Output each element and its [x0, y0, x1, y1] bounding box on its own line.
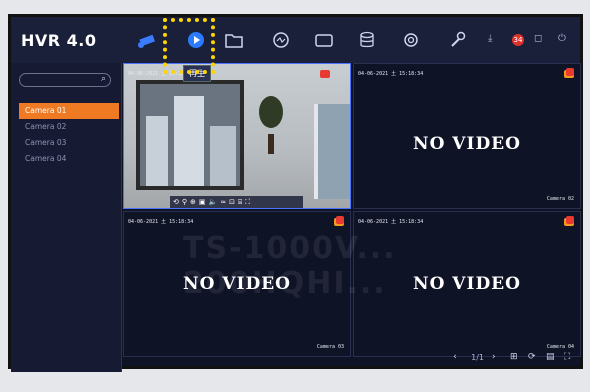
camera-grid: 04-06-2021 土 15:18:34 ⟲ ⚲ ⊕ ▣ 🔈 ≈ ⊡ ⌸ ⛶ …: [123, 63, 583, 358]
record-icon: [564, 68, 574, 78]
prev-page-icon[interactable]: ‹: [453, 352, 463, 362]
camera-label: Camera 04: [546, 344, 574, 350]
ptz-icon[interactable]: ⚲: [182, 198, 187, 206]
pager: ‹ 1/1 › ⊞ ⟳ ▤ ⛶: [453, 352, 574, 362]
camera-label: Camera 03: [316, 344, 344, 350]
watermark: TS-1000V... 200HQHI...: [183, 231, 397, 301]
record-button[interactable]: ⊡: [229, 198, 235, 206]
power-icon[interactable]: ⏻: [558, 33, 572, 47]
fullscreen-icon[interactable]: ⛶: [245, 198, 250, 207]
highlight-box: [163, 18, 215, 74]
camera-icon-small[interactable]: ⌸: [238, 198, 242, 207]
sidebar-item-camera-04[interactable]: Camera 04: [19, 151, 119, 167]
user-icon[interactable]: ◻: [534, 33, 548, 47]
analytics-icon[interactable]: [268, 27, 294, 53]
rewind-icon[interactable]: ⟲: [173, 198, 179, 206]
alarm-badge[interactable]: 34: [512, 34, 524, 46]
photo-background: HVR 4.0 ⤓ 34 ◻ ⏻ ⌕ Camera 01 Camera 02 C…: [0, 0, 590, 392]
camera-cell-01[interactable]: 04-06-2021 土 15:18:34 ⟲ ⚲ ⊕ ▣ 🔈 ≈ ⊡ ⌸ ⛶: [123, 63, 351, 209]
settings-icon[interactable]: [398, 27, 424, 53]
wrench-icon[interactable]: [444, 27, 470, 53]
audio-icon[interactable]: 🔈: [209, 198, 218, 206]
record-icon: [320, 70, 330, 78]
refresh-icon[interactable]: ⟳: [528, 352, 538, 362]
record-icon: [334, 216, 344, 226]
download-icon[interactable]: ⤓: [488, 33, 502, 47]
timestamp: 04-06-2021 土 15:18:34: [358, 71, 424, 77]
storage-icon[interactable]: [354, 27, 380, 53]
search-icon: ⌕: [100, 74, 106, 84]
camera-icon[interactable]: [135, 27, 161, 53]
color-icon[interactable]: ≈: [220, 198, 226, 206]
status-icons: ⤓ 34 ◻ ⏻: [488, 33, 572, 47]
timestamp: 04-06-2021 土 15:18:34: [358, 219, 424, 225]
zoom-icon[interactable]: ⊕: [190, 198, 196, 206]
tv-icon[interactable]: [311, 27, 337, 53]
next-page-icon[interactable]: ›: [492, 352, 502, 362]
sidebar-item-camera-03[interactable]: Camera 03: [19, 135, 119, 151]
top-menu-bar: HVR 4.0 ⤓ 34 ◻ ⏻: [11, 17, 580, 63]
sidebar-item-camera-01[interactable]: Camera 01: [19, 103, 119, 119]
record-icon: [564, 216, 574, 226]
grid-layout-icon[interactable]: ⊞: [510, 352, 520, 362]
sidebar-item-camera-02[interactable]: Camera 02: [19, 119, 119, 135]
fullscreen-toggle-icon[interactable]: ⛶: [564, 352, 574, 362]
dvr-monitor: HVR 4.0 ⤓ 34 ◻ ⏻ ⌕ Camera 01 Camera 02 C…: [8, 14, 583, 372]
camera-cell-02[interactable]: 04-06-2021 土 15:18:34 NO VIDEO Camera 02: [353, 63, 581, 209]
snapshot-icon[interactable]: ▣: [199, 198, 206, 206]
timestamp: 04-06-2021 土 15:18:34: [128, 219, 194, 225]
page-indicator: 1/1: [471, 352, 484, 362]
no-video-text: NO VIDEO: [413, 134, 521, 154]
split-icon[interactable]: ▤: [546, 352, 556, 362]
camera-label: Camera 02: [546, 196, 574, 202]
app-title: HVR 4.0: [21, 31, 97, 50]
camera-sidebar: ⌕ Camera 01 Camera 02 Camera 03 Camera 0…: [11, 63, 122, 372]
search-input[interactable]: ⌕: [19, 73, 111, 87]
live-video-feed: [124, 64, 350, 208]
playback-toolbar: ⟲ ⚲ ⊕ ▣ 🔈 ≈ ⊡ ⌸ ⛶: [170, 196, 303, 208]
folder-icon[interactable]: [221, 27, 247, 53]
